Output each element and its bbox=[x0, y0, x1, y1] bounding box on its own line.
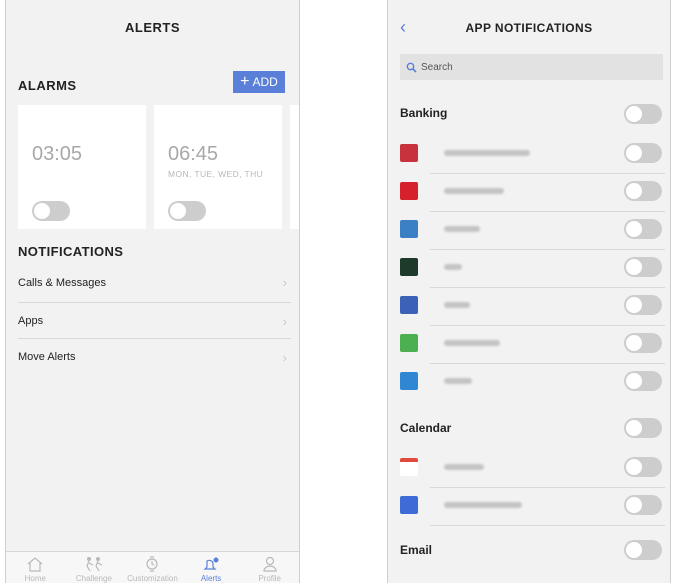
row-label: Calls & Messages bbox=[18, 276, 107, 289]
app-row bbox=[400, 288, 665, 326]
app-notifications-screen: ‹ APP NOTIFICATIONS Search Banking Calen… bbox=[387, 0, 671, 583]
alarm-days: MON, TUE, WED, THU bbox=[168, 169, 264, 179]
tab-home[interactable]: Home bbox=[8, 552, 63, 583]
app-name-blurred bbox=[444, 226, 480, 232]
app-icon bbox=[400, 182, 418, 200]
app-name-blurred bbox=[444, 150, 530, 156]
tab-label: Alerts bbox=[200, 574, 222, 583]
app-toggle[interactable] bbox=[624, 295, 662, 315]
plus-icon: + bbox=[240, 73, 250, 90]
tab-customization[interactable]: Customization bbox=[125, 552, 180, 583]
tab-bar: Home Challenge Customization Alerts Prof… bbox=[6, 551, 299, 583]
home-icon bbox=[27, 557, 43, 572]
app-toggle[interactable] bbox=[624, 181, 662, 201]
tab-label: Challenge bbox=[75, 574, 112, 583]
app-toggle[interactable] bbox=[624, 219, 662, 239]
alarms-header: ALARMS bbox=[18, 78, 77, 93]
chevron-right-icon: › bbox=[282, 313, 287, 329]
app-row bbox=[400, 450, 665, 488]
section-header-email: Email bbox=[400, 543, 433, 557]
app-toggle[interactable] bbox=[624, 457, 662, 477]
challenge-icon bbox=[86, 557, 103, 572]
add-alarm-button[interactable]: + ADD bbox=[233, 71, 285, 93]
app-row bbox=[400, 174, 665, 212]
app-name-blurred bbox=[444, 264, 462, 270]
app-icon bbox=[400, 258, 418, 276]
calls-messages-row[interactable]: Calls & Messages › bbox=[18, 264, 291, 301]
tab-label: Home bbox=[24, 574, 46, 583]
move-alerts-row[interactable]: Move Alerts › bbox=[18, 338, 291, 375]
section-toggle-banking[interactable] bbox=[624, 104, 662, 124]
row-label: Move Alerts bbox=[18, 351, 76, 363]
row-label: Apps bbox=[18, 315, 44, 327]
alarm-time: 03:05 bbox=[32, 143, 83, 165]
section-header-banking: Banking bbox=[400, 106, 448, 120]
app-toggle[interactable] bbox=[624, 333, 662, 353]
bell-gear-icon bbox=[203, 557, 219, 570]
alarm-time: 06:45 bbox=[168, 143, 219, 165]
tab-alerts[interactable]: Alerts bbox=[184, 552, 239, 583]
alarm-card[interactable]: 03:05 bbox=[18, 105, 146, 229]
alarm-toggle[interactable] bbox=[32, 201, 70, 221]
app-name-blurred bbox=[444, 302, 470, 308]
alarm-card[interactable]: 06:45 MON, TUE, WED, THU bbox=[154, 105, 282, 229]
app-name-blurred bbox=[444, 502, 522, 508]
app-icon bbox=[400, 220, 418, 238]
app-toggle[interactable] bbox=[624, 495, 662, 515]
app-row bbox=[400, 136, 665, 174]
add-label: ADD bbox=[252, 75, 278, 89]
app-row bbox=[400, 212, 665, 250]
app-icon bbox=[400, 372, 418, 390]
alarm-card-partial[interactable] bbox=[290, 105, 299, 229]
apps-row[interactable]: Apps › bbox=[18, 302, 291, 339]
watch-icon bbox=[146, 556, 159, 572]
divider bbox=[430, 525, 665, 526]
app-name-blurred bbox=[444, 378, 472, 384]
section-header-calendar: Calendar bbox=[400, 421, 452, 435]
app-toggle[interactable] bbox=[624, 143, 662, 163]
app-name-blurred bbox=[444, 464, 484, 470]
app-icon bbox=[400, 296, 418, 314]
app-toggle[interactable] bbox=[624, 371, 662, 391]
app-row bbox=[400, 326, 665, 364]
section-toggle-email[interactable] bbox=[624, 540, 662, 560]
page-title: ALERTS bbox=[125, 20, 180, 35]
app-icon bbox=[400, 496, 418, 514]
chevron-right-icon: › bbox=[282, 275, 287, 290]
profile-icon bbox=[263, 556, 277, 572]
app-row bbox=[400, 250, 665, 288]
alarm-toggle[interactable] bbox=[168, 201, 206, 221]
search-icon bbox=[406, 62, 417, 73]
tab-profile[interactable]: Profile bbox=[242, 552, 297, 583]
search-placeholder: Search bbox=[421, 61, 453, 73]
app-row bbox=[400, 364, 665, 402]
app-name-blurred bbox=[444, 188, 504, 194]
app-row bbox=[400, 488, 665, 526]
app-name-blurred bbox=[444, 340, 500, 346]
app-icon bbox=[400, 144, 418, 162]
tab-challenge[interactable]: Challenge bbox=[66, 552, 121, 583]
search-input[interactable]: Search bbox=[400, 54, 663, 80]
app-icon bbox=[400, 458, 418, 476]
app-icon bbox=[400, 334, 418, 352]
page-title: APP NOTIFICATIONS bbox=[465, 21, 593, 35]
tab-label: Profile bbox=[258, 574, 282, 583]
chevron-right-icon: › bbox=[282, 349, 287, 365]
alerts-screen: ALERTS ALARMS + ADD 03:05 06:45 MON, TUE… bbox=[5, 0, 300, 583]
tab-label: Customization bbox=[127, 574, 178, 583]
section-toggle-calendar[interactable] bbox=[624, 418, 662, 438]
app-toggle[interactable] bbox=[624, 257, 662, 277]
notifications-header: NOTIFICATIONS bbox=[18, 244, 124, 259]
